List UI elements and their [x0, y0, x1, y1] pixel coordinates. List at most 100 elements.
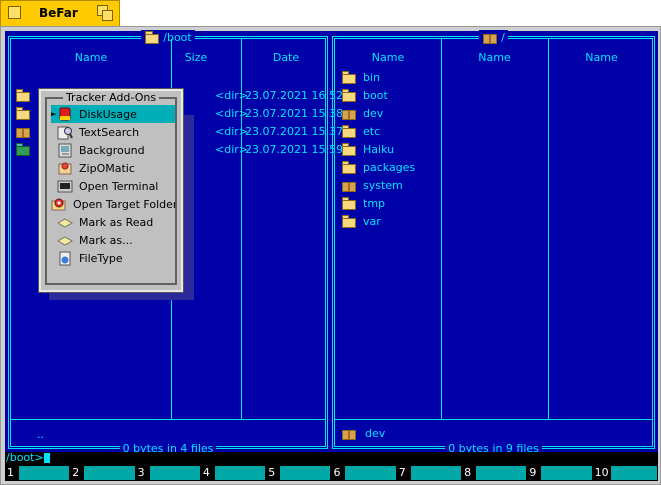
- left-panel-path[interactable]: /boot: [141, 30, 195, 45]
- col-header-name[interactable]: Name: [335, 51, 441, 64]
- filetype-icon: [59, 251, 71, 265]
- column-divider: [548, 39, 549, 419]
- fkey-1[interactable]: 1: [5, 464, 70, 481]
- file-name: etc: [363, 124, 381, 138]
- file-name: packages: [363, 160, 416, 174]
- folder-icon: [341, 124, 357, 139]
- folder-icon: [341, 214, 357, 229]
- folder-icon: [144, 30, 161, 45]
- col-header-date[interactable]: Date: [241, 51, 331, 64]
- file-row[interactable]: tmp: [341, 194, 385, 212]
- fkey-2[interactable]: 2: [70, 464, 135, 481]
- col-header-name[interactable]: Name: [441, 51, 548, 64]
- file-size: <dir>: [215, 124, 248, 138]
- fkey-9[interactable]: 9: [527, 464, 592, 481]
- text-search-icon: [57, 126, 73, 139]
- menu-item-label: Mark as Read: [79, 215, 154, 229]
- command-prompt: /boot>: [6, 451, 44, 464]
- menu-item-label: Mark as...: [79, 233, 133, 247]
- status-filename: dev: [365, 427, 386, 440]
- menu-item-label: FileType: [79, 251, 123, 265]
- file-row[interactable]: boot: [341, 86, 388, 104]
- menu-item-label: Open Target Folder: [73, 197, 175, 211]
- menu-item-filetype[interactable]: FileType: [51, 249, 175, 267]
- left-status-line: ..: [37, 428, 44, 441]
- fkey-10[interactable]: 10: [593, 464, 658, 481]
- mail-mark-icon: [57, 235, 73, 246]
- menu-title: Tracker Add-Ons: [62, 91, 160, 104]
- far-workspace: /boot Name Size Date <dir> 23.07.2021 16…: [5, 30, 658, 456]
- status-divider: [11, 419, 325, 420]
- function-key-bar: 1 2 3 4 5 6 7 8 9 10: [5, 464, 658, 481]
- file-name: tmp: [363, 196, 386, 210]
- box-icon: [341, 178, 357, 193]
- fkey-4[interactable]: 4: [201, 464, 266, 481]
- box-icon: [482, 30, 499, 45]
- close-button[interactable]: [8, 6, 21, 19]
- fkey-7[interactable]: 7: [397, 464, 462, 481]
- mail-read-icon: [57, 217, 73, 228]
- file-row[interactable]: etc: [341, 122, 380, 140]
- fkey-6[interactable]: 6: [331, 464, 396, 481]
- zoom-button[interactable]: [97, 5, 114, 21]
- menu-item-zipomatic[interactable]: ZipOMatic: [51, 159, 175, 177]
- zip-icon: [58, 162, 72, 174]
- file-name: dev: [363, 106, 384, 120]
- menu-inner-frame: Tracker Add-Ons ► DiskUsage TextSearch B…: [45, 91, 177, 285]
- menu-item-diskusage[interactable]: ► DiskUsage: [51, 105, 175, 123]
- file-row[interactable]: packages: [341, 158, 415, 176]
- file-row[interactable]: bin: [341, 68, 380, 86]
- package-box-icon: [15, 124, 31, 139]
- menu-item-label: DiskUsage: [79, 107, 137, 121]
- menu-item-label: TextSearch: [79, 125, 140, 139]
- menu-item-label: Background: [79, 143, 145, 157]
- menu-item-background[interactable]: Background: [51, 141, 175, 159]
- file-date: 23.07.2021 15:59: [245, 142, 344, 156]
- menu-item-label: ZipOMatic: [79, 161, 135, 175]
- folder-icon: [15, 106, 31, 121]
- folder-icon: [341, 196, 357, 211]
- file-date: 23.07.2021 16:52: [245, 88, 344, 102]
- file-row[interactable]: system: [341, 176, 403, 194]
- command-line[interactable]: /boot>: [5, 452, 658, 464]
- file-size: <dir>: [215, 106, 248, 120]
- file-name: boot: [363, 88, 388, 102]
- window-tab[interactable]: BeFar: [0, 0, 120, 26]
- fkey-3[interactable]: 3: [136, 464, 201, 481]
- col-header-name[interactable]: Name: [11, 51, 171, 64]
- file-name: bin: [363, 70, 381, 84]
- menu-item-textsearch[interactable]: TextSearch: [51, 123, 175, 141]
- status-filename: ..: [37, 428, 44, 441]
- fkey-8[interactable]: 8: [462, 464, 527, 481]
- col-header-size[interactable]: Size: [173, 51, 219, 64]
- menu-item-mark-as[interactable]: Mark as...: [51, 231, 175, 249]
- folder-icon: [341, 70, 357, 85]
- file-size: <dir>: [215, 142, 248, 156]
- file-row[interactable]: var: [341, 212, 381, 230]
- file-date: 23.07.2021 15:37: [245, 124, 344, 138]
- menu-item-open-terminal[interactable]: Open Terminal: [51, 177, 175, 195]
- fkey-5[interactable]: 5: [266, 464, 331, 481]
- right-panel[interactable]: / Name Name Name bin boot dev etc Haiku …: [332, 30, 655, 455]
- right-panel-path[interactable]: /: [479, 30, 508, 45]
- window-title: BeFar: [39, 6, 78, 20]
- col-header-name[interactable]: Name: [548, 51, 655, 64]
- menu-item-mark-as-read[interactable]: Mark as Read: [51, 213, 175, 231]
- terminal-icon: [57, 180, 73, 192]
- file-row[interactable]: Haiku: [341, 140, 394, 158]
- background-icon: [58, 143, 72, 157]
- status-divider: [335, 419, 652, 420]
- folder-icon: [341, 142, 357, 157]
- text-cursor: [43, 453, 50, 463]
- box-icon: [341, 426, 357, 441]
- folder-icon: [341, 160, 357, 175]
- column-divider: [441, 39, 442, 419]
- disk-usage-icon: [59, 107, 71, 120]
- target-folder-icon: [51, 198, 66, 210]
- menu-item-label: Open Terminal: [79, 179, 159, 193]
- window-frame: /boot Name Size Date <dir> 23.07.2021 16…: [0, 26, 661, 485]
- tracker-addons-menu[interactable]: Tracker Add-Ons ► DiskUsage TextSearch B…: [38, 88, 184, 293]
- file-name: Haiku: [363, 142, 395, 156]
- menu-item-open-target-folder[interactable]: Open Target Folder: [51, 195, 175, 213]
- file-row[interactable]: dev: [341, 104, 383, 122]
